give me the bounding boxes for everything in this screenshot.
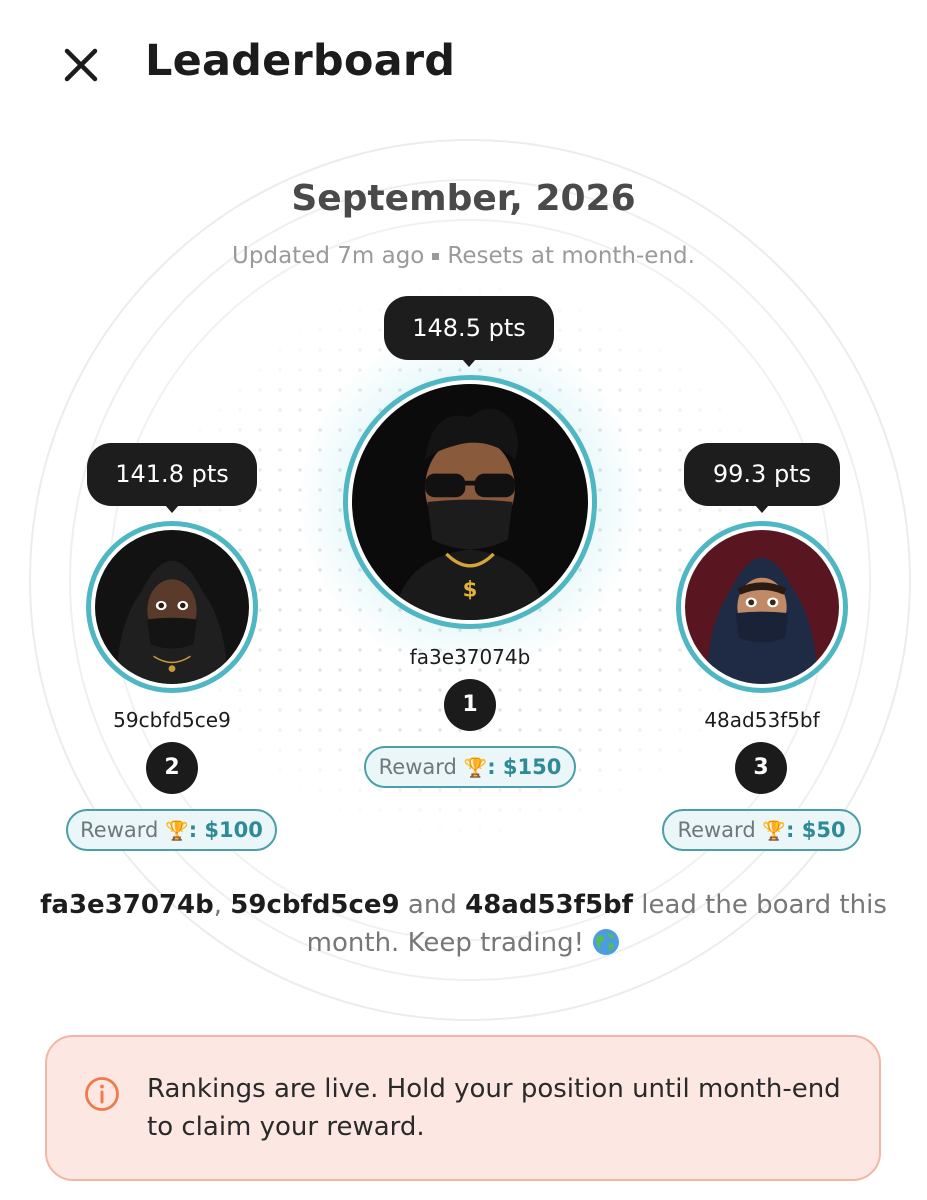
third-place-points: 99.3 pts [684, 443, 840, 513]
first-place-avatar[interactable]: $ [343, 375, 597, 629]
third-place-username: 48ad53f5bf [704, 708, 820, 732]
avatar-image [685, 530, 839, 684]
first-place-reward: Reward 🏆: $150 [364, 746, 576, 788]
updated-text: Updated 7m ago [232, 243, 425, 269]
avatar-image: $ [352, 384, 588, 620]
summary-user-2: 59cbfd5ce9 [230, 890, 400, 920]
info-icon [84, 1076, 120, 1112]
trophy-icon: 🏆 [762, 820, 787, 842]
second-place-reward: Reward 🏆: $100 [66, 809, 277, 851]
reward-amount: : $50 [786, 818, 846, 842]
reward-amount: : $100 [188, 818, 263, 842]
reward-label: Reward [80, 818, 159, 842]
first-place-points: 148.5 pts [384, 296, 554, 367]
second-place-rank-badge: 2 [146, 742, 198, 794]
reward-label: Reward [378, 755, 457, 779]
third-place-rank-badge: 3 [735, 742, 787, 794]
rankings-notice: Rankings are live. Hold your position un… [45, 1035, 881, 1181]
trophy-icon: 🏆 [165, 820, 189, 842]
summary-comma: , [213, 890, 231, 920]
first-place-username: fa3e37074b [409, 645, 531, 669]
separator-dot [432, 253, 440, 260]
globe-icon [593, 929, 620, 955]
resets-text: Resets at month-end. [447, 243, 695, 269]
summary-user-3: 48ad53f5bf [465, 890, 633, 920]
summary-user-1: fa3e37074b [40, 890, 214, 920]
leaders-summary: fa3e37074b, 59cbfd5ce9 and 48ad53f5bf le… [40, 886, 887, 962]
summary-and: and [399, 890, 466, 920]
reward-label: Reward [677, 818, 756, 842]
avatar-image [95, 530, 249, 684]
second-place-username: 59cbfd5ce9 [113, 708, 231, 732]
first-place-rank-badge: 1 [444, 679, 496, 731]
second-place-points: 141.8 pts [87, 443, 257, 513]
trophy-icon: 🏆 [463, 757, 488, 779]
third-place-avatar[interactable] [676, 521, 848, 693]
period-month: September, 2026 [291, 178, 636, 219]
third-place-reward: Reward 🏆: $50 [662, 809, 861, 851]
page-title: Leaderboard [145, 36, 456, 86]
svg-text:$: $ [463, 577, 478, 602]
second-place-avatar[interactable] [86, 521, 258, 693]
notice-text: Rankings are live. Hold your position un… [147, 1074, 841, 1142]
close-icon [64, 48, 98, 82]
reward-amount: : $150 [487, 755, 562, 779]
update-status: Updated 7m ago Resets at month-end. [0, 243, 927, 269]
close-button[interactable] [58, 42, 104, 88]
